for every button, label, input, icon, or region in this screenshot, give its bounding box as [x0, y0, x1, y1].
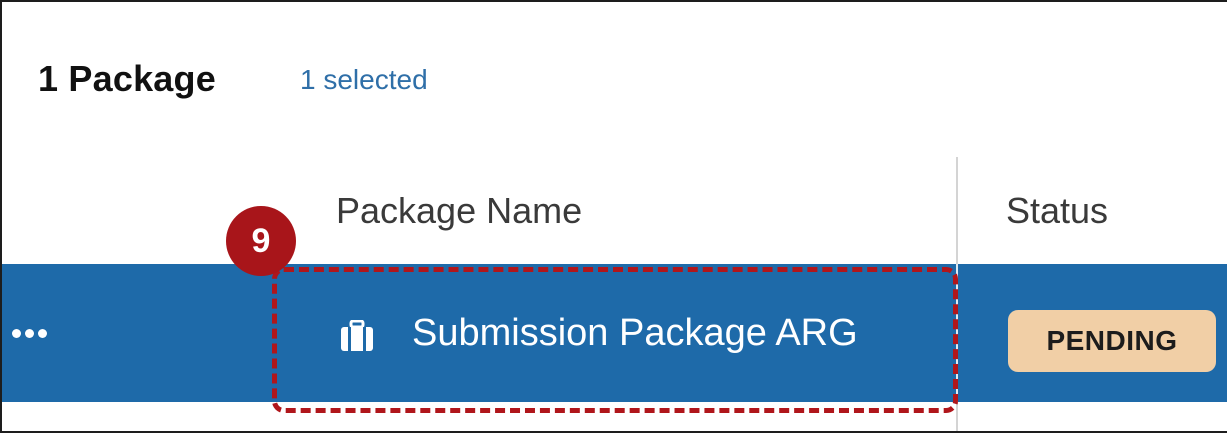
highlight-box — [272, 267, 958, 413]
package-count-title: 1 Package — [38, 58, 216, 99]
status-badge-label: PENDING — [1046, 325, 1178, 356]
more-horizontal-icon[interactable] — [12, 326, 62, 340]
step-number: 9 — [251, 221, 271, 260]
column-header-package-name[interactable]: Package Name — [336, 190, 582, 232]
step-marker: 9 — [226, 206, 296, 276]
status-badge: PENDING — [1008, 310, 1216, 372]
selected-count-label: 1 selected — [300, 64, 428, 95]
column-header-status[interactable]: Status — [1006, 190, 1108, 232]
